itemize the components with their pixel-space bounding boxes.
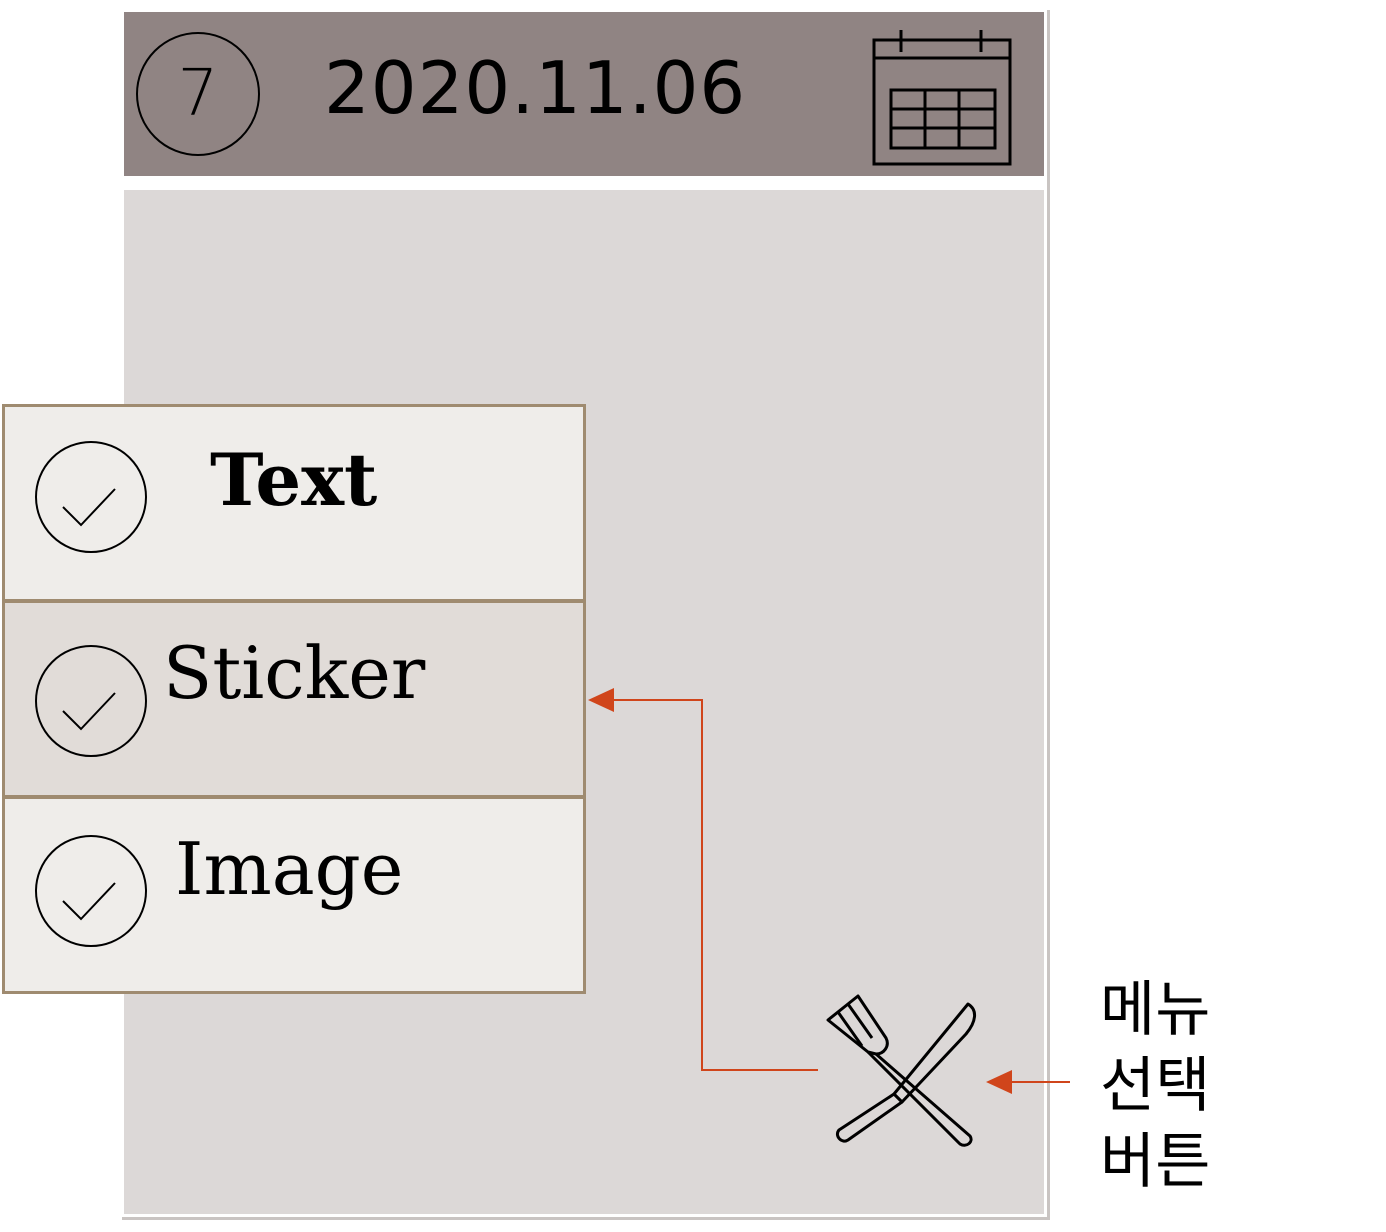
menu-item-text[interactable]: Text <box>2 404 586 602</box>
annotation-line: 버튼 <box>1100 1127 1211 1197</box>
check-circle-icon <box>35 835 147 947</box>
menu-item-label: Sticker <box>163 631 426 715</box>
menu-item-label: Text <box>210 437 378 522</box>
menu-item-label: Image <box>175 827 404 911</box>
app-header: 7 2020.11.06 <box>124 12 1044 176</box>
date-label: 2020.11.06 <box>324 46 747 130</box>
annotation-line: 메뉴 <box>1100 975 1211 1045</box>
step-number-badge: 7 <box>136 32 260 156</box>
annotation-label: 메뉴 선택 버튼 <box>1100 972 1250 1200</box>
menu-item-image[interactable]: Image <box>2 796 586 994</box>
check-circle-icon <box>35 645 147 757</box>
fork-knife-icon[interactable] <box>818 990 988 1150</box>
menu-item-sticker[interactable]: Sticker <box>2 600 586 798</box>
annotation-line: 선택 <box>1100 1051 1211 1121</box>
check-circle-icon <box>35 441 147 553</box>
calendar-icon[interactable] <box>869 28 1014 168</box>
edit-menu: Text Sticker Image <box>2 404 586 996</box>
